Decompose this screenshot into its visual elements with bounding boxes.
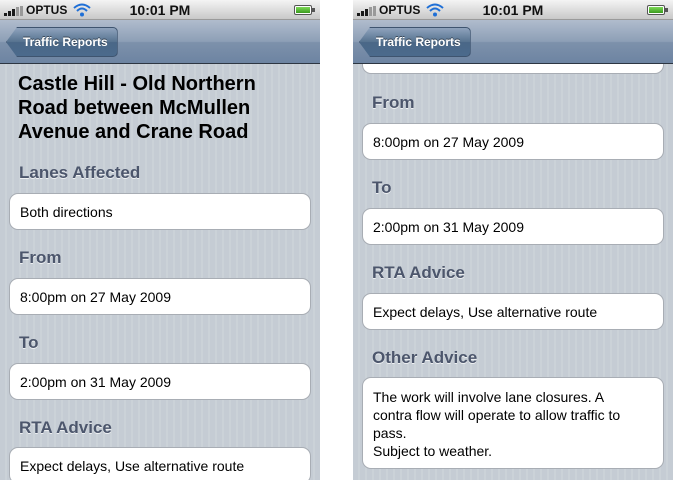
other-advice-line: Subject to weather. [373,443,493,459]
section-header-other-advice: Other Advice [372,348,478,367]
section-header-lanes-affected: Lanes Affected [19,163,141,182]
detail-content[interactable]: Castle Hill - Old Northern Road between … [0,64,320,480]
navigation-bar: Traffic Reports [0,20,320,64]
detail-content[interactable]: From 8:00pm on 27 May 2009 To 2:00pm on … [353,64,673,480]
section-header-from: From [372,93,415,112]
rta-advice-card: Expect delays, Use alternative route [9,447,311,480]
title-line: Castle Hill - Old Northern [18,73,256,95]
status-bar: OPTUS 10:01 PM [0,0,320,20]
phone-screen-right: OPTUS 10:01 PM Traffic Reports From 8:00… [353,0,673,480]
other-advice-card: The work will involve lane closures. A c… [362,377,664,469]
section-header-rta-advice: RTA Advice [19,418,112,437]
to-value: 2:00pm on 31 May 2009 [373,218,524,235]
from-card: 8:00pm on 27 May 2009 [362,123,664,160]
to-value: 2:00pm on 31 May 2009 [20,373,171,390]
other-advice-line: The work will involve lane closures. A [373,389,605,405]
back-button[interactable]: Traffic Reports [6,27,118,57]
phone-screen-left: OPTUS 10:01 PM Traffic Reports Castle Hi… [0,0,320,480]
status-time: 10:01 PM [129,2,191,18]
status-bar: OPTUS 10:01 PM [353,0,673,20]
to-card: 2:00pm on 31 May 2009 [9,363,311,400]
from-value: 8:00pm on 27 May 2009 [20,288,171,305]
rta-advice-card: Expect delays, Use alternative route [362,293,664,330]
page-title: Castle Hill - Old Northern Road between … [18,72,308,144]
lanes-affected-card: Both directions [9,193,311,230]
lanes-affected-card-partial [362,64,664,74]
to-card: 2:00pm on 31 May 2009 [362,208,664,245]
back-button[interactable]: Traffic Reports [359,27,471,57]
other-advice-line: contra flow will operate to allow traffi… [373,407,621,423]
from-card: 8:00pm on 27 May 2009 [9,278,311,315]
status-time: 10:01 PM [482,2,544,18]
section-header-from: From [19,248,62,267]
navigation-bar: Traffic Reports [353,20,673,64]
section-header-to: To [19,333,39,352]
from-value: 8:00pm on 27 May 2009 [373,133,524,150]
other-advice-line: pass. [373,425,407,441]
section-header-to: To [372,178,392,197]
title-line: Avenue and Crane Road [18,121,249,143]
section-header-rta-advice: RTA Advice [372,263,465,282]
battery-icon [294,5,316,15]
lanes-affected-value: Both directions [20,203,113,220]
title-line: Road between McMullen [18,97,251,119]
rta-advice-value: Expect delays, Use alternative route [20,457,245,474]
rta-advice-value: Expect delays, Use alternative route [373,303,598,320]
battery-icon [647,5,669,15]
